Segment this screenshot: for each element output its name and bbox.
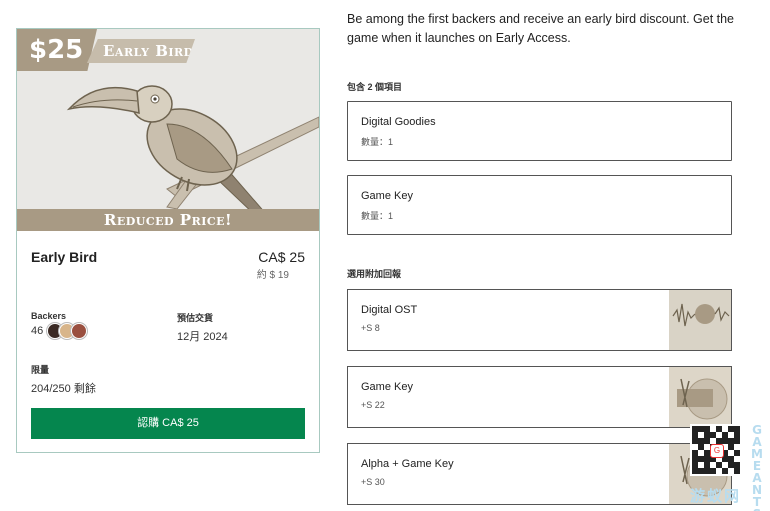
included-item: Game Key 數量：1 bbox=[347, 175, 732, 235]
logo-icon: G bbox=[710, 444, 724, 458]
reduced-price-band: Reduced Price! bbox=[17, 209, 319, 231]
includes-label: 包含 2 個項目 bbox=[347, 82, 403, 92]
addon-price: +S 30 bbox=[361, 477, 385, 487]
reward-description: Be among the first backers and receive a… bbox=[347, 12, 735, 45]
included-item-title: Game Key bbox=[361, 190, 413, 202]
limit-value: 204/250 剩餘 bbox=[31, 383, 96, 395]
backers-count: 46 bbox=[31, 325, 44, 337]
soundwave-icon bbox=[669, 290, 731, 350]
addon-price: +S 22 bbox=[361, 400, 385, 410]
addons-label: 選用附加回報 bbox=[347, 269, 402, 279]
tier-title: Early Bird bbox=[31, 249, 98, 265]
addon-alpha-game-key[interactable]: Alpha + Game Key +S 30 bbox=[347, 443, 732, 505]
tier-price: CA$ 25 bbox=[258, 249, 305, 265]
backers-label: Backers bbox=[31, 311, 67, 321]
addon-thumbnail bbox=[669, 290, 731, 350]
addon-thumbnail bbox=[669, 367, 731, 427]
watermark-vertical: GAMEANTS bbox=[751, 423, 763, 511]
delivery-value: 12月 2024 bbox=[177, 331, 228, 343]
reward-image: $25 Early Bird Reduced Price! bbox=[17, 29, 319, 231]
qr-code: G bbox=[690, 424, 742, 476]
tier-approx-price: 約 $ 19 bbox=[256, 270, 289, 281]
early-bird-banner: Early Bird bbox=[87, 39, 195, 63]
watermark-text: 游蚁网 bbox=[690, 488, 742, 505]
addon-title: Alpha + Game Key bbox=[361, 458, 454, 470]
included-item: Digital Goodies 數量：1 bbox=[347, 101, 732, 161]
addon-title: Digital OST bbox=[361, 304, 418, 316]
included-item-qty: 數量：1 bbox=[361, 137, 394, 147]
reward-card: $25 Early Bird Reduced Price! Early Bird… bbox=[16, 28, 320, 453]
addon-price: +S 8 bbox=[361, 323, 380, 333]
game-disc-icon bbox=[669, 367, 731, 427]
pledge-button[interactable]: 認購 CA$ 25 bbox=[31, 408, 305, 439]
limit-label: 限量 bbox=[31, 365, 50, 375]
backer-avatars bbox=[47, 323, 88, 339]
avatar bbox=[71, 323, 88, 339]
price-tag: $25 bbox=[17, 29, 97, 71]
included-item-title: Digital Goodies bbox=[361, 116, 436, 128]
addon-digital-ost[interactable]: Digital OST +S 8 bbox=[347, 289, 732, 351]
addon-game-key[interactable]: Game Key +S 22 bbox=[347, 366, 732, 428]
included-item-qty: 數量：1 bbox=[361, 211, 394, 221]
delivery-label: 預估交貨 bbox=[177, 313, 214, 323]
addon-title: Game Key bbox=[361, 381, 413, 393]
backers-row: 46 bbox=[31, 323, 88, 339]
